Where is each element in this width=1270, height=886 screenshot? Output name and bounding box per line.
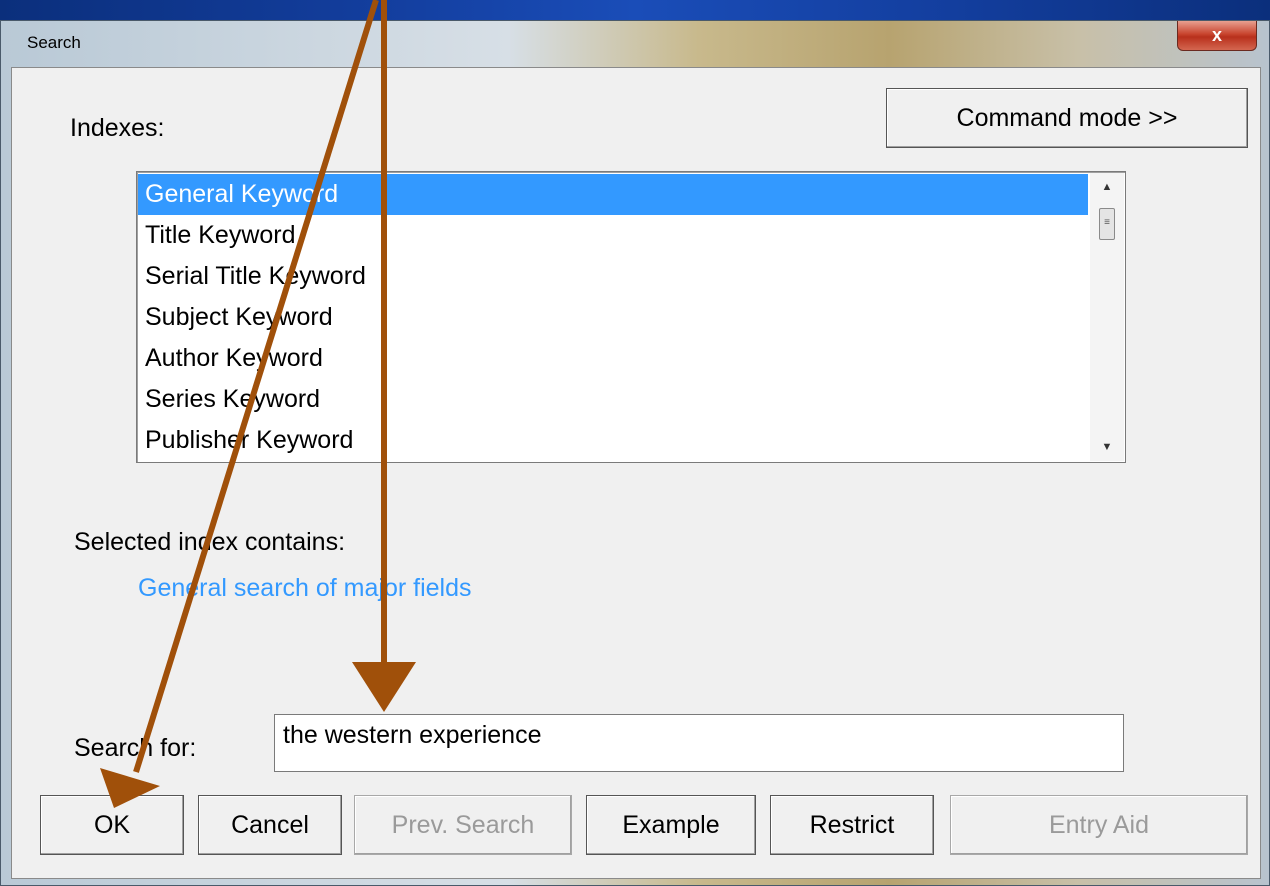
list-scrollbar[interactable]: ▲ ≡ ▼: [1090, 173, 1124, 461]
selected-index-description: General search of major fields: [138, 574, 472, 602]
command-mode-button[interactable]: Command mode >>: [886, 88, 1248, 148]
close-button[interactable]: x: [1177, 21, 1257, 51]
list-item-author-keyword[interactable]: Author Keyword: [138, 338, 1088, 379]
search-dialog: Search x Indexes: Command mode >> Genera…: [0, 20, 1270, 886]
dialog-body: Indexes: Command mode >> General Keyword…: [11, 67, 1261, 879]
window-title: Search: [27, 33, 81, 52]
title-bar: Search x: [1, 21, 1269, 67]
list-item-serial-title-keyword[interactable]: Serial Title Keyword: [138, 256, 1088, 297]
entry-aid-button[interactable]: Entry Aid: [950, 795, 1248, 855]
scroll-thumb[interactable]: ≡: [1099, 208, 1115, 240]
list-item-publisher-keyword[interactable]: Publisher Keyword: [138, 420, 1088, 461]
scroll-down-icon[interactable]: ▼: [1090, 435, 1124, 459]
indexes-listbox[interactable]: General Keyword Title Keyword Serial Tit…: [136, 171, 1126, 463]
list-item-general-keyword[interactable]: General Keyword: [138, 174, 1088, 215]
example-button[interactable]: Example: [586, 795, 756, 855]
list-item-subject-keyword[interactable]: Subject Keyword: [138, 297, 1088, 338]
restrict-button[interactable]: Restrict: [770, 795, 934, 855]
close-icon: x: [1211, 25, 1222, 45]
indexes-label: Indexes:: [70, 114, 165, 142]
search-for-label: Search for:: [74, 734, 197, 762]
cancel-button[interactable]: Cancel: [198, 795, 342, 855]
selected-index-label: Selected index contains:: [74, 528, 346, 556]
search-input[interactable]: [274, 714, 1124, 772]
list-item-series-keyword[interactable]: Series Keyword: [138, 379, 1088, 420]
prev-search-button[interactable]: Prev. Search: [354, 795, 572, 855]
ok-button[interactable]: OK: [40, 795, 184, 855]
scroll-up-icon[interactable]: ▲: [1090, 175, 1124, 199]
list-item-title-keyword[interactable]: Title Keyword: [138, 215, 1088, 256]
